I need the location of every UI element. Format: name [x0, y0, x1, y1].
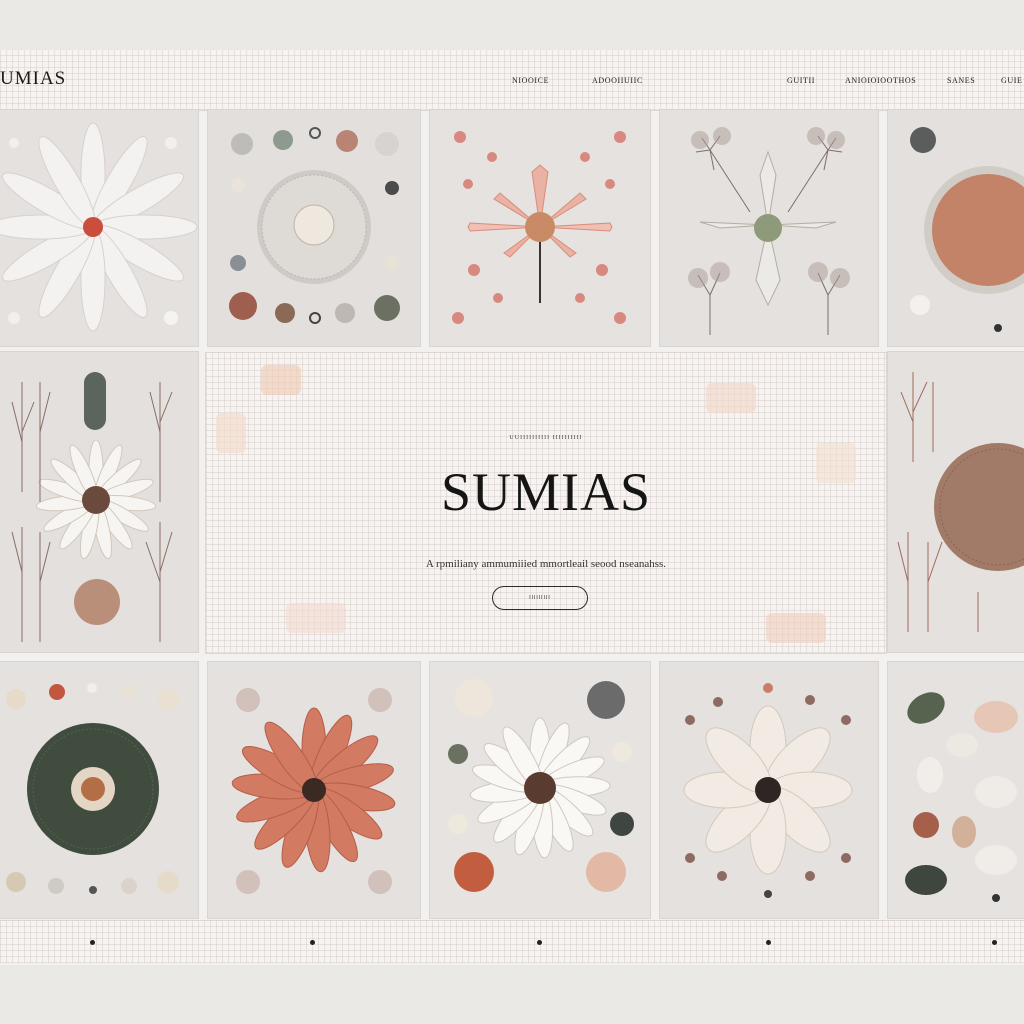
gallery-tile-white-dahlia[interactable]: [430, 662, 650, 918]
gallery-tile-dried-star[interactable]: [660, 110, 878, 346]
nav-link-2[interactable]: ADOOIIUIIC: [592, 76, 643, 85]
hero-banner: UUIIIIIIIIII IIIIIIIIII SUMIAS A rpmilia…: [205, 352, 887, 654]
rust-disc-image: [888, 110, 1024, 346]
gallery-tile-woven-disc[interactable]: [208, 110, 420, 346]
mosaic-tile: [706, 383, 756, 413]
white-dahlia-image: [430, 662, 650, 918]
pebbles-image: [888, 662, 1024, 918]
pink-lily-image: [430, 110, 650, 346]
top-nav-bar: UMIAS NIOOICE ADOOIIUIIC GUITII ANIOIOIO…: [0, 50, 1024, 111]
mosaic-tile: [286, 603, 346, 633]
page-dot[interactable]: [537, 940, 542, 945]
dried-star-flower-image: [660, 110, 878, 346]
page-dot[interactable]: [310, 940, 315, 945]
mosaic-tile: [261, 365, 301, 395]
beaded-disc-image: [888, 352, 1024, 652]
nav-link-5[interactable]: SANES: [947, 76, 975, 85]
green-disc-image: [0, 662, 198, 918]
gallery-tile-pink-lily[interactable]: [430, 110, 650, 346]
page-dot[interactable]: [992, 940, 997, 945]
hero-title: SUMIAS: [440, 462, 652, 522]
gallery-tile-white-flower[interactable]: [0, 110, 198, 346]
gallery-tile-rust-disc[interactable]: [888, 110, 1024, 346]
page-dot[interactable]: [90, 940, 95, 945]
nav-link-1[interactable]: NIOOICE: [512, 76, 549, 85]
sunflower-stems-image: [0, 352, 198, 652]
coral-flower-image: [208, 662, 420, 918]
gallery-tile-sunflower-stems[interactable]: [0, 352, 198, 652]
nav-link-4[interactable]: ANIOIOIOOTHOS: [845, 76, 916, 85]
white-daisy-image: [0, 110, 198, 346]
gallery-tile-green-disc[interactable]: [0, 662, 198, 918]
gallery-tile-beaded-disc[interactable]: [888, 352, 1024, 652]
mosaic-tile: [216, 413, 246, 453]
gallery-tile-cream-flower[interactable]: [660, 662, 878, 918]
mosaic-tile: [766, 613, 826, 643]
hero-kicker: UUIIIIIIIIII IIIIIIIIII: [509, 435, 583, 441]
nav-link-3[interactable]: GUITII: [787, 76, 815, 85]
pagination-bar: [0, 920, 1024, 963]
gallery-tile-coral-flower[interactable]: [208, 662, 420, 918]
woven-disc-image: [208, 110, 420, 346]
brand-logo[interactable]: UMIAS: [0, 68, 66, 90]
hero-tagline: A rpmiliany ammumiiied mmortleail seood …: [425, 558, 667, 570]
nav-link-6[interactable]: GUIE: [1001, 76, 1023, 85]
cream-flower-image: [660, 662, 878, 918]
hero-cta-button[interactable]: IIIIIIIII: [492, 586, 588, 610]
gallery-tile-pebbles[interactable]: [888, 662, 1024, 918]
page-dot[interactable]: [766, 940, 771, 945]
